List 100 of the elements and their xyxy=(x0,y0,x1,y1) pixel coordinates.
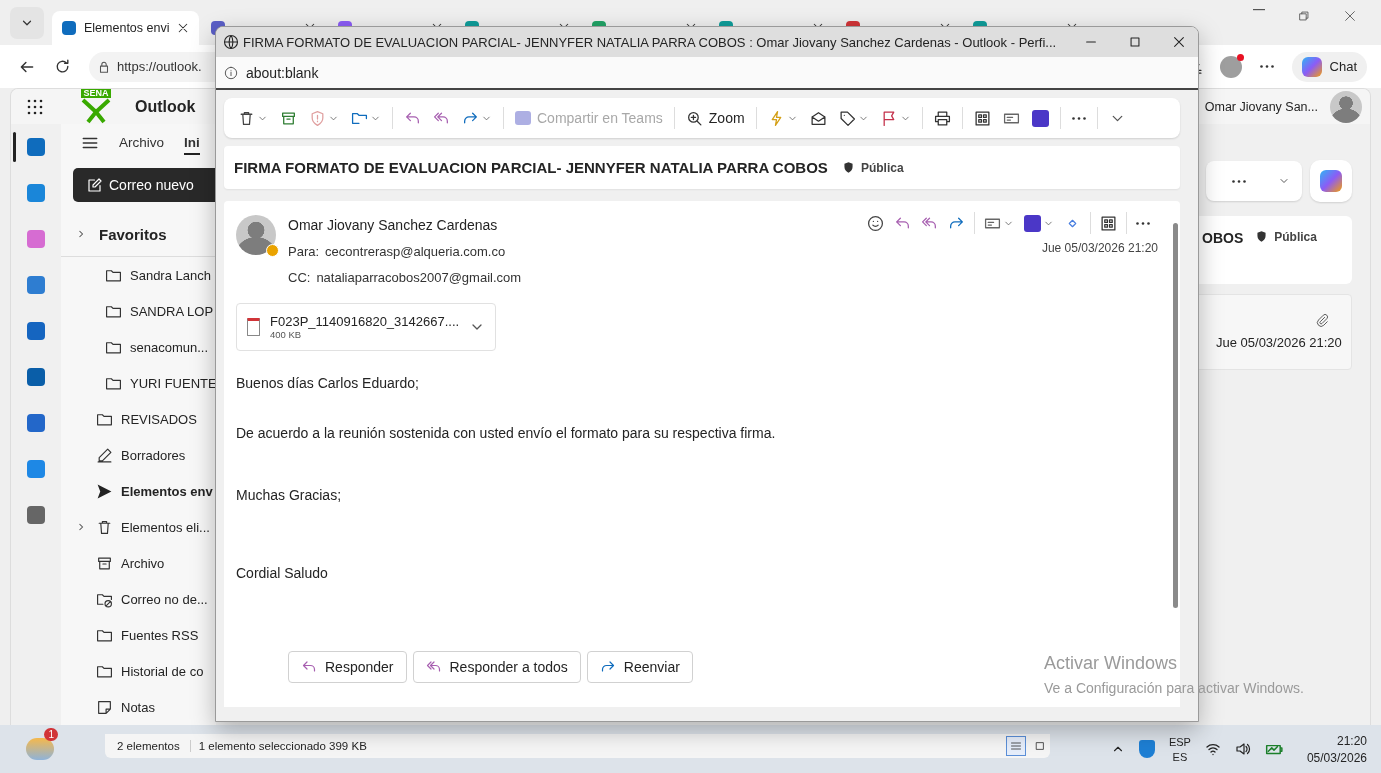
recipient-label: Para: xyxy=(288,244,320,259)
message-date: Jue 05/03/2026 21:20 xyxy=(1041,241,1158,255)
user-avatar[interactable] xyxy=(1330,90,1362,123)
shield-icon xyxy=(1255,230,1269,243)
folder-item[interactable]: Notas xyxy=(61,689,216,725)
subject-text: OBOS xyxy=(1202,230,1244,246)
folder-item[interactable]: Borradores xyxy=(61,437,216,473)
folder-item[interactable]: Historial de co xyxy=(61,653,216,689)
replyall-icon xyxy=(425,659,442,675)
notes-folder-icon xyxy=(96,698,113,716)
app-rail-icon[interactable] xyxy=(27,276,45,294)
ribbon-tab[interactable]: Ini xyxy=(184,131,200,155)
reply-icon xyxy=(301,659,317,675)
folder-item[interactable]: Sandra Lanch xyxy=(61,257,216,293)
folder-item[interactable]: Elementos env xyxy=(61,473,216,509)
reload-icon xyxy=(54,58,71,75)
deleted-folder-icon xyxy=(96,518,113,536)
more-icon xyxy=(1232,179,1246,183)
notification-badge: 1 xyxy=(44,728,58,741)
app-rail-icon[interactable] xyxy=(27,138,45,156)
activation-title: Activar Windows xyxy=(1044,653,1179,674)
sensitivity-label: Pública xyxy=(1274,230,1317,244)
copilot-icon xyxy=(1301,56,1322,77)
zoom-icon xyxy=(685,109,703,127)
globe-icon xyxy=(223,34,239,50)
send-icon xyxy=(96,482,113,500)
copilot-button[interactable] xyxy=(1310,160,1352,202)
profile-avatar[interactable] xyxy=(1219,55,1242,78)
drafts-folder-icon xyxy=(96,446,113,464)
pdf-icon xyxy=(1024,214,1041,232)
forward-icon xyxy=(599,659,616,675)
wifi-icon xyxy=(1204,741,1221,757)
print-icon xyxy=(933,109,951,127)
window-title: FIRMA FORMATO DE EVALUACION PARCIAL- JENNYFER NATALIA PARRA COBOS : Omar Jiovany Sanchez Cardenas - Outlook - Perfi... xyxy=(243,34,1057,50)
reply-all-button[interactable]: Responder a todos xyxy=(412,651,581,683)
app-rail-icon[interactable] xyxy=(27,368,45,386)
chat-button[interactable]: Chat xyxy=(1291,51,1367,82)
apps-icon xyxy=(973,109,991,127)
reply-button[interactable]: Responder xyxy=(288,651,407,683)
security-icon[interactable] xyxy=(1138,740,1155,758)
app-rail-icon[interactable] xyxy=(27,322,45,340)
app-rail-icon[interactable] xyxy=(27,506,45,524)
recipient-address: cecontrerasp@alqueria.com.co xyxy=(325,244,506,259)
more-icon xyxy=(1071,116,1086,120)
folder-item[interactable]: Fuentes RSS xyxy=(61,617,216,653)
selection-info: 1 elemento seleccionado 399 KB xyxy=(189,740,367,752)
browser-tab[interactable]: Elementos envi xyxy=(52,11,200,45)
address-text: about:blank xyxy=(246,64,319,81)
minimize-icon[interactable] xyxy=(1253,8,1265,11)
attachment-name: F023P_1140916820_3142667.... xyxy=(270,314,460,329)
body-text: De acuerdo a la reunión sostenida con usted envío el formato para su respectiva firma. xyxy=(236,425,777,441)
cc-label: CC: xyxy=(288,270,311,285)
app-rail-icon[interactable] xyxy=(27,230,45,248)
user-name: Omar Jiovany San... xyxy=(1204,99,1318,114)
folder-item[interactable]: REVISADOS xyxy=(61,401,216,437)
folder-item[interactable]: SANDRA LOP xyxy=(61,293,216,329)
speaker-icon xyxy=(1234,741,1251,757)
app-name: Outlook xyxy=(135,97,196,116)
compose-icon xyxy=(87,177,103,193)
maximize-icon xyxy=(1128,35,1143,49)
zoom-button[interactable]: Zoom xyxy=(681,104,749,132)
close-icon xyxy=(1172,35,1187,49)
scrollbar[interactable] xyxy=(1173,223,1178,608)
app-launcher-icon[interactable] xyxy=(27,98,43,115)
body-text: Muchas Gracias; xyxy=(236,487,343,503)
sender-name: Omar Jiovany Sanchez Cardenas xyxy=(288,217,499,233)
subject-text: FIRMA FORMATO DE EVALUACION PARCIAL- JENNYFER NATALIA PARRA COBOS xyxy=(234,159,828,176)
item-count: 2 elementos xyxy=(117,740,180,752)
pdf-icon xyxy=(1031,109,1049,127)
folder-item[interactable]: Correo no de... xyxy=(61,581,216,617)
sensitivity-label: Pública xyxy=(860,160,904,175)
app-rail-icon[interactable] xyxy=(27,414,45,432)
forward-button[interactable]: Reenviar xyxy=(586,651,693,683)
folder-item[interactable]: senacomun... xyxy=(61,329,216,365)
app-rail-icon[interactable] xyxy=(27,184,45,202)
language-indicator[interactable]: ESP ES xyxy=(1168,735,1191,763)
more-icon xyxy=(1136,221,1150,225)
close-icon xyxy=(1343,8,1357,23)
folder-item[interactable]: Elementos eli... xyxy=(61,509,216,545)
apps-icon xyxy=(1100,214,1117,232)
app-rail-icon[interactable] xyxy=(27,460,45,478)
paperclip-icon xyxy=(1315,313,1329,327)
clock[interactable]: 21:20 05/03/2026 xyxy=(1306,733,1367,765)
details-view-icon[interactable] xyxy=(1006,736,1026,756)
activation-text: Ve a Configuración para activar Windows. xyxy=(1044,680,1304,696)
folder-item[interactable]: YURI FUENTE xyxy=(61,365,216,401)
folder-item[interactable]: Archivo xyxy=(61,545,216,581)
weather-icon[interactable] xyxy=(26,738,54,760)
emoji-icon xyxy=(867,214,884,232)
cc-address: nataliaparracobos2007@gmail.com xyxy=(316,270,522,285)
attachment-card[interactable]: F023P_1140916820_3142667.... 400 KB xyxy=(236,303,496,351)
attachment-size: 400 KB xyxy=(270,329,303,340)
body-text: Cordial Saludo xyxy=(236,565,329,581)
ribbon-tab[interactable]: Archivo xyxy=(119,131,164,155)
more-icon xyxy=(1259,65,1274,68)
favorites-header[interactable]: Favoritos xyxy=(99,225,167,243)
lock-icon xyxy=(97,59,111,74)
info-icon xyxy=(224,65,238,80)
pdf-file-icon xyxy=(247,318,260,336)
close-icon xyxy=(177,22,190,34)
